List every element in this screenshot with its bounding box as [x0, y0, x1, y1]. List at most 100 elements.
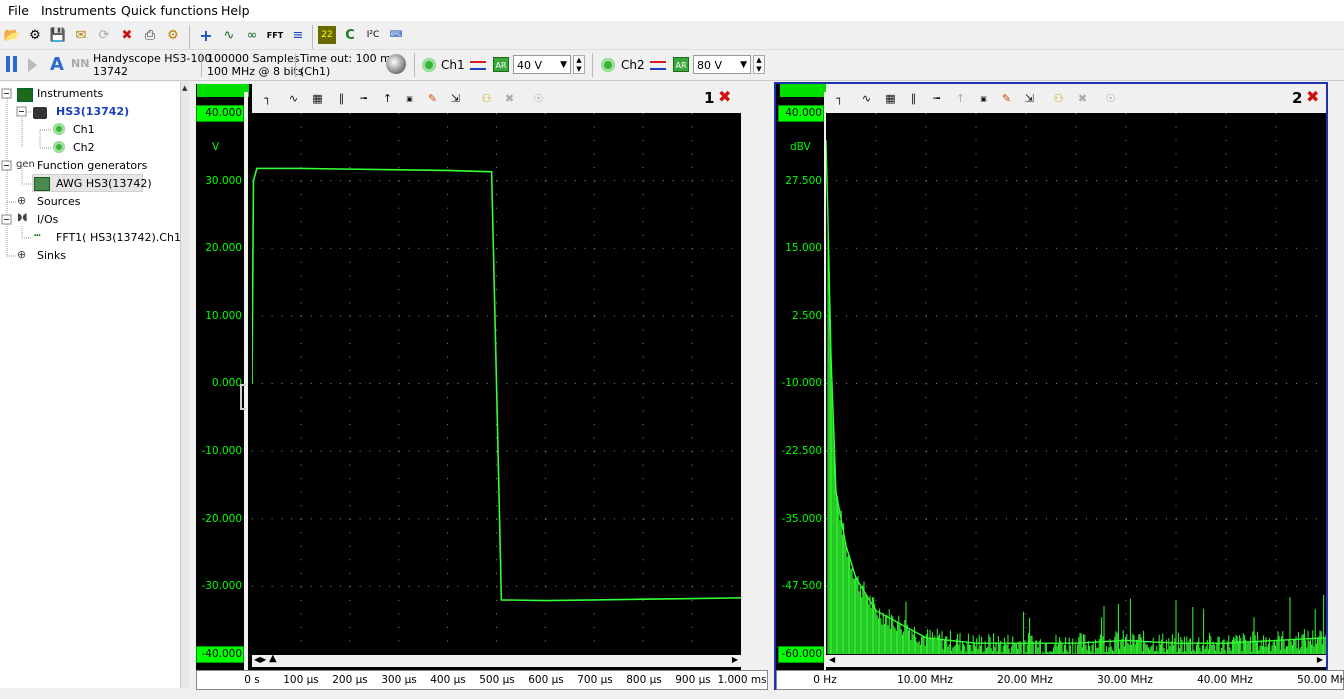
- fft-icon[interactable]: FFT: [266, 26, 284, 44]
- eye-icon[interactable]: ☉: [1102, 90, 1119, 107]
- disabled-tool-icon[interactable]: ✖: [1074, 90, 1091, 107]
- ch2-range-value: 80 V: [697, 59, 723, 72]
- tree-function-generators[interactable]: Function generators: [37, 159, 147, 172]
- add-icon[interactable]: +: [197, 26, 215, 45]
- zoom-fit-icon[interactable]: ┐: [259, 90, 276, 107]
- menu-file[interactable]: File: [8, 3, 29, 18]
- cursor-icon[interactable]: ∥: [333, 90, 350, 107]
- timeout-knob-icon[interactable]: [386, 54, 406, 74]
- keyboard-icon[interactable]: ⌨: [387, 26, 405, 44]
- tree-ios[interactable]: I/Os: [37, 213, 58, 226]
- cursor-icon[interactable]: ∥: [905, 90, 922, 107]
- measure-icon[interactable]: ╼: [355, 90, 372, 107]
- table-icon[interactable]: ▦: [882, 90, 899, 107]
- ch2-range-select[interactable]: 80 V ▼: [693, 55, 751, 74]
- tree-ch2[interactable]: Ch2: [73, 141, 95, 154]
- comment-icon[interactable]: ⚇: [478, 90, 495, 107]
- save-icon[interactable]: 💾: [49, 26, 67, 44]
- trace-fft-point: [1125, 639, 1127, 642]
- measure-icon[interactable]: ╼: [928, 90, 945, 107]
- mode-icon[interactable]: NN: [71, 57, 89, 70]
- menu-quick-functions[interactable]: Quick functions: [121, 3, 218, 18]
- tree-device[interactable]: HS3(13742): [56, 105, 129, 118]
- trigger-level-marker[interactable]: [240, 384, 246, 410]
- panel1-x-tick: 700 µs: [577, 674, 613, 686]
- ch1-autorange-button[interactable]: AR: [493, 57, 509, 72]
- zoom-fit-icon[interactable]: ┐: [831, 90, 848, 107]
- menu-help[interactable]: Help: [221, 3, 250, 18]
- trigger-pos-icon[interactable]: ▲: [269, 653, 277, 664]
- ch1-indicator-icon[interactable]: [422, 58, 436, 72]
- open-icon[interactable]: 📂: [3, 26, 21, 44]
- trace-fft-point: [1275, 639, 1277, 642]
- print-icon[interactable]: ⎙: [141, 26, 159, 44]
- panel2-x-tick: 50.00 MHz: [1297, 674, 1344, 686]
- auto-icon[interactable]: A: [50, 54, 64, 75]
- timeout-value: Time out: 100 ms: [300, 52, 397, 65]
- scroll-right-icon[interactable]: ▶: [1317, 655, 1323, 664]
- panel1-x-tick: 400 µs: [430, 674, 466, 686]
- table-icon[interactable]: ▦: [309, 90, 326, 107]
- ch2-label[interactable]: Ch2: [621, 58, 645, 72]
- panel1-x-tick: 0 s: [244, 674, 260, 686]
- disabled-tool-icon[interactable]: ✖: [501, 90, 518, 107]
- comment-icon[interactable]: ⚇: [1050, 90, 1067, 107]
- refresh-icon[interactable]: ⟳: [95, 26, 113, 44]
- ch1-label[interactable]: Ch1: [441, 58, 465, 72]
- multi-trace-icon[interactable]: ≡: [289, 26, 307, 44]
- meter-icon[interactable]: 22: [318, 26, 336, 44]
- panel1-hscroll[interactable]: ◀▶ ▲ ▶: [252, 653, 741, 667]
- plot-area-1[interactable]: [251, 113, 742, 655]
- expand-icon[interactable]: ⇲: [447, 90, 464, 107]
- peak-icon[interactable]: ↑: [952, 90, 969, 107]
- close-panel2-icon[interactable]: ✖: [1306, 87, 1319, 106]
- time-domain-icon[interactable]: ∿: [858, 90, 875, 107]
- menu-instruments[interactable]: Instruments: [41, 3, 116, 18]
- pause-icon[interactable]: [4, 56, 20, 72]
- device-icon: [33, 107, 47, 119]
- tree-fft[interactable]: FFT1( HS3(13742).Ch1 ): [56, 231, 189, 244]
- close-icon[interactable]: ✖: [118, 26, 136, 44]
- peak-icon[interactable]: ↑: [379, 90, 396, 107]
- ch1-range-spinner[interactable]: ▲ ▼: [573, 55, 585, 74]
- ch2-range-spinner[interactable]: ▲ ▼: [753, 55, 765, 74]
- trigger-timeout: Time out: 100 ms (Ch1): [300, 52, 397, 78]
- plot-area-2[interactable]: [825, 113, 1327, 655]
- stats-icon[interactable]: ▣: [975, 90, 992, 107]
- xy-plot-icon[interactable]: ∞: [243, 26, 261, 44]
- ch2-indicator-icon[interactable]: [601, 58, 615, 72]
- panel1-x-tick: 600 µs: [528, 674, 564, 686]
- i2c-icon[interactable]: I²C: [364, 26, 382, 44]
- tree-scrollbar[interactable]: ▲: [181, 82, 189, 688]
- expand-icon[interactable]: ⇲: [1021, 90, 1038, 107]
- c-icon[interactable]: C: [341, 26, 359, 44]
- close-panel1-icon[interactable]: ✖: [718, 87, 731, 106]
- time-domain-icon[interactable]: ∿: [285, 90, 302, 107]
- tree-sinks[interactable]: Sinks: [37, 249, 66, 262]
- ch2-autorange-button[interactable]: AR: [673, 57, 689, 72]
- tree-awg[interactable]: AWG HS3(13742): [56, 177, 152, 190]
- oscilloscope-icon[interactable]: ∿: [220, 26, 238, 44]
- panel2-hscroll[interactable]: ◀ ▶: [826, 655, 1326, 667]
- tree-ch1[interactable]: Ch1: [73, 123, 95, 136]
- panel2-y-tick: 15.000: [785, 242, 822, 255]
- brush-icon[interactable]: ✎: [998, 90, 1015, 107]
- play-icon[interactable]: [28, 58, 37, 72]
- ch1-coupling-icon[interactable]: [470, 61, 486, 70]
- tree-sources[interactable]: Sources: [37, 195, 81, 208]
- scroll-right-icon[interactable]: ▶: [732, 655, 738, 664]
- trace-fft-point: [830, 355, 832, 358]
- stats-icon[interactable]: ▣: [401, 90, 418, 107]
- open-recent-icon[interactable]: ⚙: [26, 26, 44, 44]
- panel2-y-tick: -60.000: [781, 647, 822, 660]
- brush-icon[interactable]: ✎: [424, 90, 441, 107]
- settings-icon[interactable]: ⚙: [164, 26, 182, 44]
- scroll-left-icon[interactable]: ◀▶: [254, 655, 266, 664]
- eye-icon[interactable]: ☉: [530, 90, 547, 107]
- email-icon[interactable]: ✉: [72, 26, 90, 44]
- scroll-up-icon[interactable]: ▲: [182, 84, 187, 92]
- ch2-coupling-icon[interactable]: [650, 61, 666, 70]
- scroll-left-icon[interactable]: ◀: [829, 655, 835, 664]
- tree-instruments[interactable]: Instruments: [37, 87, 103, 100]
- ch1-range-select[interactable]: 40 V ▼: [513, 55, 571, 74]
